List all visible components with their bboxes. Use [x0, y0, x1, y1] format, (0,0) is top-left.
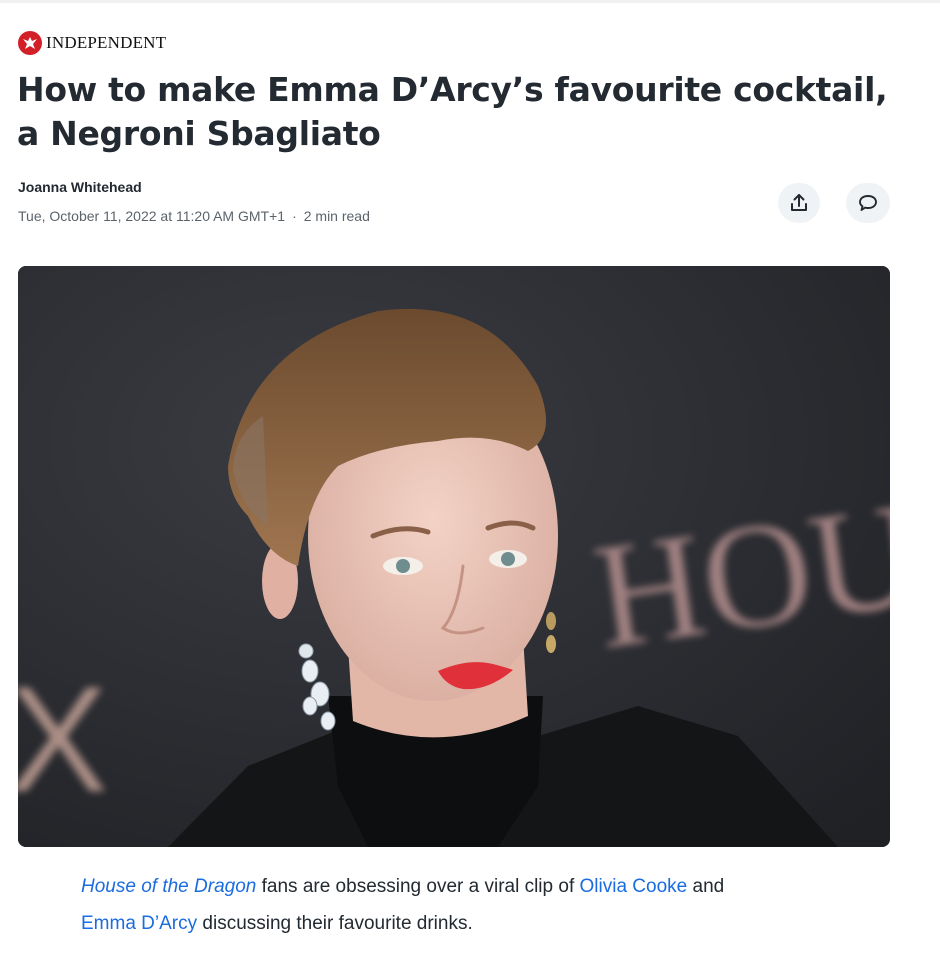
read-time: 2 min read — [303, 208, 370, 224]
share-icon — [791, 194, 807, 211]
author-name[interactable]: Joanna Whitehead — [18, 179, 142, 195]
background-lettering-left: X — [18, 655, 108, 823]
article-headline: How to make Emma D’Arcy’s favourite cock… — [17, 70, 888, 153]
meta-separator: · — [292, 208, 297, 224]
publish-timestamp: Tue, October 11, 2022 at 11:20 AM GMT+1 — [18, 208, 286, 224]
comment-button[interactable] — [846, 183, 890, 223]
link-olivia-cooke[interactable]: Olivia Cooke — [580, 876, 688, 897]
comment-icon — [859, 195, 877, 211]
article-intro-paragraph: House of the Dragon fans are obsessing o… — [81, 868, 841, 942]
intro-text-3: discussing their favourite drinks. — [197, 913, 473, 934]
share-button[interactable] — [778, 183, 820, 223]
link-house-of-the-dragon[interactable]: House of the Dragon — [81, 876, 256, 897]
intro-text-1: fans are obsessing over a viral clip of — [256, 876, 580, 897]
link-emma-darcy[interactable]: Emma D’Arcy — [81, 913, 197, 934]
eagle-icon — [18, 31, 42, 55]
intro-text-2: and — [687, 876, 725, 897]
article-meta: Tue, October 11, 2022 at 11:20 AM GMT+1 ·… — [18, 208, 370, 224]
hero-image: HOU X — [18, 266, 890, 847]
top-divider — [0, 0, 940, 3]
publisher-name: INDEPENDENT — [46, 33, 167, 52]
publisher-logo[interactable]: INDEPENDENT — [18, 30, 166, 56]
